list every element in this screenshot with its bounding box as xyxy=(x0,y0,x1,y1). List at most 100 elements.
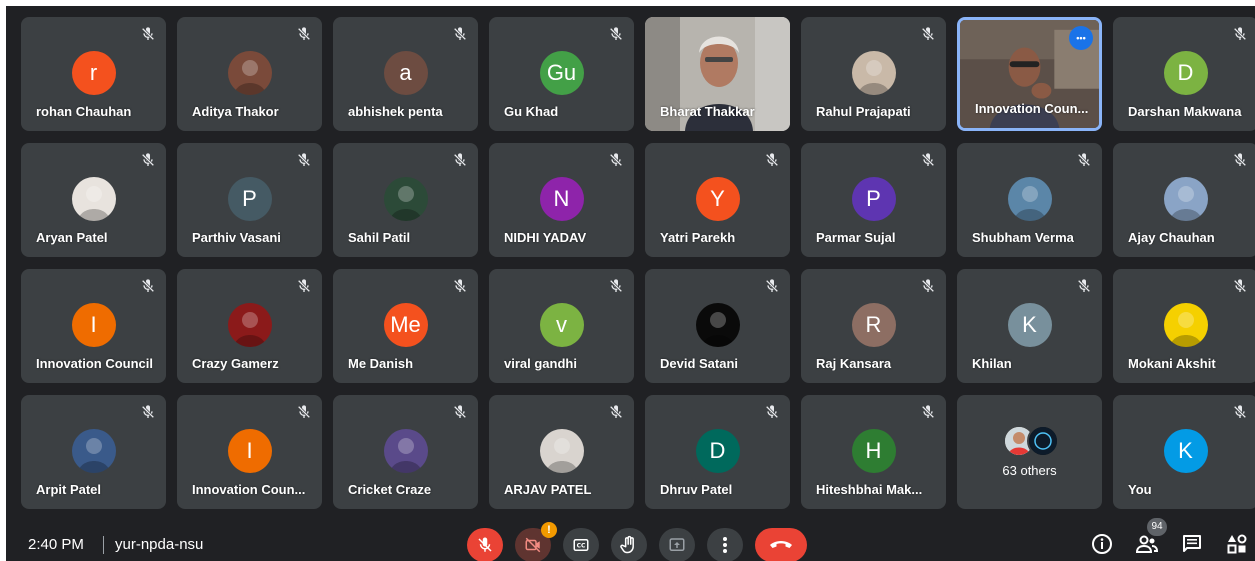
raise-hand-icon xyxy=(620,535,634,554)
participant-tile[interactable]: a abhishek penta xyxy=(333,17,478,131)
participant-tile[interactable]: 63 others xyxy=(957,395,1102,509)
participant-tile[interactable]: P Parmar Sujal xyxy=(801,143,946,257)
participant-tile[interactable]: K Khilan xyxy=(957,269,1102,383)
participant-name: Sahil Patil xyxy=(348,230,411,245)
participant-avatar: v xyxy=(539,303,584,347)
participant-name: Yatri Parekh xyxy=(660,230,736,245)
mic-off-icon xyxy=(1233,279,1247,293)
participant-name: Crazy Gamerz xyxy=(192,356,279,371)
participant-tile[interactable]: H Hiteshbhai Mak... xyxy=(801,395,946,509)
participant-tile[interactable]: Rahul Prajapati xyxy=(801,17,946,131)
people-count-badge: 94 xyxy=(1147,518,1167,536)
mic-off-icon xyxy=(141,405,155,419)
participant-grid: r rohan Chauhan Aditya Thakor a abhishek pen… xyxy=(21,17,1255,509)
participant-avatar xyxy=(539,429,584,473)
present-button[interactable] xyxy=(659,528,695,561)
mic-off-icon xyxy=(453,279,467,293)
participant-tile[interactable]: I Innovation Coun... xyxy=(177,395,322,509)
participant-tile[interactable]: ••• Innovation Coun... xyxy=(957,17,1102,131)
participant-tile[interactable]: D Darshan Makwana xyxy=(1113,17,1255,131)
participant-tile[interactable]: N NIDHI YADAV xyxy=(489,143,634,257)
participant-tile[interactable]: Gu Gu Khad xyxy=(489,17,634,131)
participant-name: ARJAV PATEL xyxy=(504,482,592,497)
participant-avatar: P xyxy=(227,177,272,221)
chat-icon[interactable] xyxy=(1180,532,1204,556)
participant-tile[interactable]: Shubham Verma xyxy=(957,143,1102,257)
meet-window: r rohan Chauhan Aditya Thakor a abhishek pen… xyxy=(6,6,1255,561)
end-call-button[interactable] xyxy=(755,528,807,561)
participant-name: Aryan Patel xyxy=(36,230,108,245)
mic-off-icon xyxy=(765,405,779,419)
participant-tile[interactable]: Sahil Patil xyxy=(333,143,478,257)
camera-alert-badge: ! xyxy=(541,522,557,538)
participant-tile[interactable]: K You xyxy=(1113,395,1255,509)
camera-toggle-button[interactable]: ! xyxy=(515,522,557,561)
participant-avatar: Y xyxy=(695,177,740,221)
tile-more-options-button[interactable]: ••• xyxy=(1069,26,1093,50)
participant-tile[interactable]: Me Me Danish xyxy=(333,269,478,383)
more-options-button[interactable] xyxy=(707,528,743,561)
participant-tile[interactable]: r rohan Chauhan xyxy=(21,17,166,131)
participant-tile[interactable]: Crazy Gamerz xyxy=(177,269,322,383)
participant-tile[interactable]: D Dhruv Patel xyxy=(645,395,790,509)
mic-off-icon xyxy=(1077,279,1091,293)
meeting-code: yur-npda-nsu xyxy=(115,536,204,553)
mic-off-icon xyxy=(765,279,779,293)
mic-off-icon xyxy=(1233,153,1247,167)
captions-button[interactable]: CC xyxy=(563,528,599,561)
participant-tile[interactable]: Aryan Patel xyxy=(21,143,166,257)
participant-name: Khilan xyxy=(972,356,1012,371)
participant-tile[interactable]: P Parthiv Vasani xyxy=(177,143,322,257)
participant-tile[interactable]: ARJAV PATEL xyxy=(489,395,634,509)
participant-name: Hiteshbhai Mak... xyxy=(816,482,923,497)
mic-off-icon xyxy=(141,153,155,167)
participant-avatar: H xyxy=(851,429,896,473)
info-icon[interactable] xyxy=(1090,532,1114,556)
participant-tile[interactable]: Ajay Chauhan xyxy=(1113,143,1255,257)
participant-avatar: K xyxy=(1007,303,1052,347)
activities-icon[interactable] xyxy=(1225,532,1249,556)
participant-name: Devid Satani xyxy=(660,356,739,371)
mic-off-icon xyxy=(141,279,155,293)
mic-toggle-button[interactable] xyxy=(467,528,503,561)
participant-avatar: D xyxy=(1163,51,1208,95)
participant-tile[interactable]: I Innovation Council xyxy=(21,269,166,383)
participant-tile[interactable]: Arpit Patel xyxy=(21,395,166,509)
mic-off-icon xyxy=(609,27,623,41)
participant-name: Innovation Coun... xyxy=(192,482,306,497)
participant-name: Mokani Akshit xyxy=(1128,356,1216,371)
mic-off-icon xyxy=(609,405,623,419)
participant-tile[interactable]: v viral gandhi xyxy=(489,269,634,383)
participant-avatar: R xyxy=(851,303,896,347)
raise-hand-button[interactable] xyxy=(611,528,647,561)
svg-text:CC: CC xyxy=(577,543,586,550)
participant-avatar: I xyxy=(71,303,116,347)
mic-off-icon xyxy=(453,27,467,41)
participant-name: Raj Kansara xyxy=(816,356,892,371)
participant-tile[interactable]: Y Yatri Parekh xyxy=(645,143,790,257)
participant-tile[interactable]: Devid Satani xyxy=(645,269,790,383)
participant-name: NIDHI YADAV xyxy=(504,230,587,245)
mic-off-icon xyxy=(921,153,935,167)
mic-off-icon xyxy=(453,153,467,167)
participant-tile[interactable]: Mokani Akshit xyxy=(1113,269,1255,383)
participant-name: You xyxy=(1128,482,1152,497)
participant-avatar: Gu xyxy=(539,51,584,95)
mic-off-icon xyxy=(921,405,935,419)
present-icon xyxy=(669,538,685,551)
participant-name: Parmar Sujal xyxy=(816,230,896,245)
participant-name: abhishek penta xyxy=(348,104,443,119)
mic-off-icon xyxy=(297,405,311,419)
participant-avatar xyxy=(1163,177,1208,221)
participant-name: viral gandhi xyxy=(504,356,577,371)
participant-tile[interactable]: Aditya Thakor xyxy=(177,17,322,131)
participant-tile[interactable]: Bharat Thakkar xyxy=(645,17,790,131)
mic-off-icon xyxy=(921,279,935,293)
participant-avatar xyxy=(1163,303,1208,347)
participant-tile[interactable]: Cricket Craze xyxy=(333,395,478,509)
participant-avatar: a xyxy=(383,51,428,95)
participant-avatar: P xyxy=(851,177,896,221)
participant-tile[interactable]: R Raj Kansara xyxy=(801,269,946,383)
participant-avatar xyxy=(851,51,896,95)
more-options-icon xyxy=(723,537,727,553)
